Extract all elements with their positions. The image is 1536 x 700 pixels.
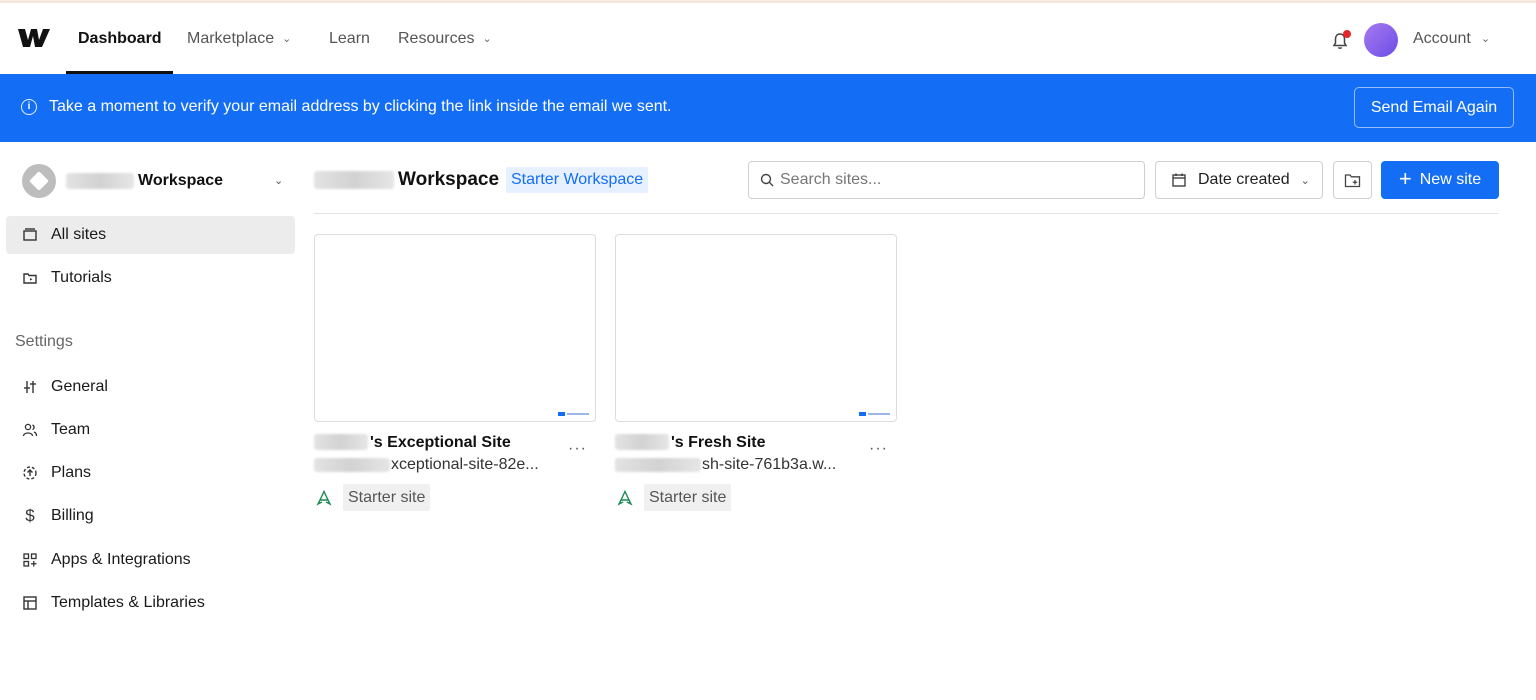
send-email-again-button[interactable]: Send Email Again	[1354, 87, 1514, 128]
rocket-icon	[617, 490, 633, 506]
account-menu[interactable]: Account ⌄	[1413, 3, 1490, 74]
nav-learn[interactable]: Learn	[329, 3, 370, 74]
plus-icon: +	[1398, 166, 1412, 191]
templates-icon	[21, 594, 39, 612]
notification-dot	[1343, 30, 1351, 38]
site-card[interactable]: 's Exceptional Site xceptional-site-82e.…	[314, 234, 596, 514]
chevron-down-icon: ⌄	[274, 175, 284, 187]
sort-label: Date created	[1198, 171, 1290, 188]
workspace-plan-badge: Starter Workspace	[506, 167, 649, 193]
sidebar-item-templates-libraries[interactable]: Templates & Libraries	[6, 584, 295, 622]
redacted-url	[314, 458, 390, 472]
banner-message: Take a moment to verify your email addre…	[49, 98, 672, 115]
team-icon	[21, 421, 39, 439]
made-in-webflow-badge	[558, 412, 590, 416]
chevron-down-icon: ⌄	[1300, 174, 1310, 187]
tutorials-icon	[21, 269, 39, 287]
sort-dropdown[interactable]: Date created ⌄	[1155, 161, 1323, 199]
sidebar-item-label: All sites	[51, 226, 107, 243]
new-folder-button[interactable]	[1333, 161, 1372, 199]
search-icon	[760, 173, 774, 187]
more-options-icon[interactable]: ···	[869, 440, 888, 458]
rocket-icon	[316, 490, 332, 506]
made-in-webflow-badge	[859, 412, 891, 416]
sidebar-item-label: Templates & Libraries	[51, 594, 205, 611]
site-card[interactable]: 's Fresh Site sh-site-761b3a.w... ··· St…	[615, 234, 897, 514]
chevron-down-icon: ⌄	[282, 33, 292, 45]
settings-heading: Settings	[15, 333, 73, 350]
sliders-icon	[21, 378, 39, 396]
new-site-button[interactable]: + New site	[1381, 161, 1499, 199]
site-url: xceptional-site-82e...	[391, 456, 539, 473]
nav-resources[interactable]: Resources ⌄	[398, 3, 492, 74]
search-field[interactable]	[748, 161, 1145, 199]
info-icon: i	[21, 99, 37, 115]
site-thumbnail[interactable]	[314, 234, 596, 422]
folder-plus-icon	[1344, 173, 1361, 187]
sidebar-item-label: Team	[51, 421, 91, 438]
site-url: sh-site-761b3a.w...	[702, 456, 837, 473]
sidebar-item-apps-integrations[interactable]: Apps & Integrations	[6, 541, 295, 579]
redacted-name	[615, 434, 669, 450]
sidebar-item-all-sites[interactable]: All sites	[6, 216, 295, 254]
apps-icon	[21, 551, 39, 569]
plans-icon	[21, 464, 39, 482]
verify-email-banner: i Take a moment to verify your email add…	[0, 74, 1536, 142]
sidebar-item-tutorials[interactable]: Tutorials	[6, 259, 295, 297]
sidebar-item-plans[interactable]: Plans	[6, 454, 295, 492]
chevron-down-icon: ⌄	[482, 33, 492, 45]
top-navbar: Dashboard Marketplace ⌄ Learn Resources ⌄ …	[0, 3, 1536, 74]
site-title[interactable]: 's Fresh Site	[671, 434, 766, 452]
nav-marketplace[interactable]: Marketplace ⌄	[187, 3, 291, 74]
workspace-icon	[22, 164, 56, 198]
redacted-name	[66, 173, 134, 189]
webflow-logo-icon[interactable]	[18, 27, 50, 49]
dollar-icon: $	[25, 506, 35, 525]
site-plan-badge: Starter site	[343, 484, 431, 511]
divider	[314, 213, 1499, 214]
more-options-icon[interactable]: ···	[568, 440, 587, 458]
site-plan-badge: Starter site	[644, 484, 732, 511]
sidebar-item-general[interactable]: General	[6, 368, 295, 406]
redacted-url	[615, 458, 701, 472]
site-title[interactable]: 's Exceptional Site	[370, 434, 511, 452]
workspace-switcher[interactable]: Workspace ⌄	[0, 160, 300, 202]
calendar-icon	[1172, 173, 1186, 187]
sidebar-item-billing[interactable]: $ Billing	[6, 497, 295, 535]
redacted-name	[314, 171, 394, 189]
workspace-name: Workspace	[138, 172, 224, 189]
all-sites-icon	[21, 226, 39, 244]
redacted-name	[314, 434, 368, 450]
page-title: Workspace	[398, 169, 500, 190]
search-input[interactable]	[780, 171, 1120, 189]
sidebar-item-label: Tutorials	[51, 269, 112, 286]
new-site-label: New site	[1419, 171, 1482, 188]
avatar[interactable]	[1364, 23, 1398, 57]
sidebar-item-label: Billing	[51, 507, 94, 524]
sidebar-item-label: Apps & Integrations	[51, 551, 191, 568]
chevron-down-icon: ⌄	[1480, 33, 1491, 45]
nav-dashboard[interactable]: Dashboard	[78, 3, 162, 74]
sidebar-item-team[interactable]: Team	[6, 411, 295, 449]
sidebar-item-label: Plans	[51, 464, 92, 481]
sidebar-item-label: General	[51, 378, 108, 395]
site-thumbnail[interactable]	[615, 234, 897, 422]
